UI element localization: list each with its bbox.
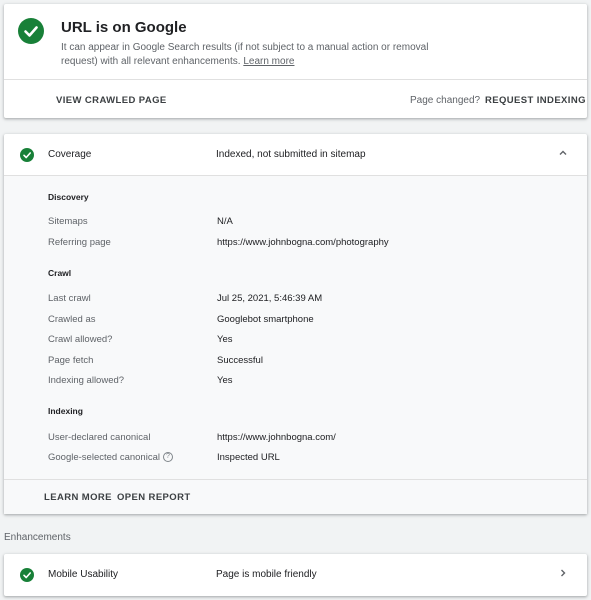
detail-key: Crawl allowed?: [48, 334, 113, 345]
detail-key: Sitemaps: [48, 216, 88, 227]
coverage-details: Discovery Sitemaps N/A Referring page ht…: [4, 176, 587, 479]
page-changed-label: Page changed?: [410, 95, 481, 106]
enhancements-heading: Enhancements: [4, 532, 71, 543]
status-description: It can appear in Google Search results (…: [61, 42, 429, 67]
detail-value: Yes: [217, 375, 233, 386]
chevron-up-icon[interactable]: [557, 147, 569, 162]
detail-value: Jul 25, 2021, 5:46:39 AM: [217, 293, 323, 304]
learn-more-button[interactable]: LEARN MORE: [44, 492, 112, 503]
learn-more-link[interactable]: Learn more: [243, 56, 294, 67]
coverage-value: Indexed, not submitted in sitemap: [216, 149, 366, 160]
check-circle-icon: [20, 568, 34, 582]
section-crawl: Crawl: [48, 268, 72, 278]
request-indexing-button[interactable]: REQUEST INDEXING: [485, 95, 586, 106]
coverage-footer: LEARN MORE OPEN REPORT: [4, 479, 587, 514]
detail-key: Page fetch: [48, 355, 94, 366]
detail-key: Indexing allowed?: [48, 375, 125, 386]
section-indexing: Indexing: [48, 406, 83, 416]
status-card: URL is on Google It can appear in Google…: [4, 4, 587, 118]
detail-key: Last crawl: [48, 293, 91, 304]
check-circle-icon: [20, 148, 34, 162]
status-title: URL is on Google: [61, 19, 187, 36]
mobile-usability-row[interactable]: Mobile Usability Page is mobile friendly: [4, 554, 587, 596]
open-report-button[interactable]: OPEN REPORT: [117, 492, 191, 503]
help-circle-icon[interactable]: ?: [162, 452, 173, 463]
chevron-right-icon[interactable]: [557, 567, 569, 582]
detail-key: Crawled as: [48, 314, 96, 325]
detail-value: https://www.johnbogna.com/photography: [217, 237, 389, 248]
view-crawled-page-button[interactable]: VIEW CRAWLED PAGE: [56, 95, 167, 106]
coverage-card: Coverage Indexed, not submitted in sitem…: [4, 134, 587, 514]
detail-value: Inspected URL: [217, 452, 280, 463]
detail-value: N/A: [217, 216, 233, 227]
detail-value: Yes: [217, 334, 233, 345]
divider: [4, 79, 587, 80]
detail-key-with-help: Google-selected canonical?: [48, 452, 173, 463]
detail-value: Successful: [217, 355, 263, 366]
detail-key: Referring page: [48, 237, 111, 248]
detail-value: Googlebot smartphone: [217, 314, 314, 325]
mobile-usability-label: Mobile Usability: [48, 569, 119, 580]
mobile-usability-value: Page is mobile friendly: [216, 569, 317, 580]
detail-key: User-declared canonical: [48, 432, 151, 443]
coverage-row[interactable]: Coverage Indexed, not submitted in sitem…: [4, 134, 587, 176]
detail-value: https://www.johnbogna.com/: [217, 432, 336, 443]
section-discovery: Discovery: [48, 192, 89, 202]
check-circle-icon: [18, 18, 44, 44]
coverage-label: Coverage: [48, 149, 92, 160]
